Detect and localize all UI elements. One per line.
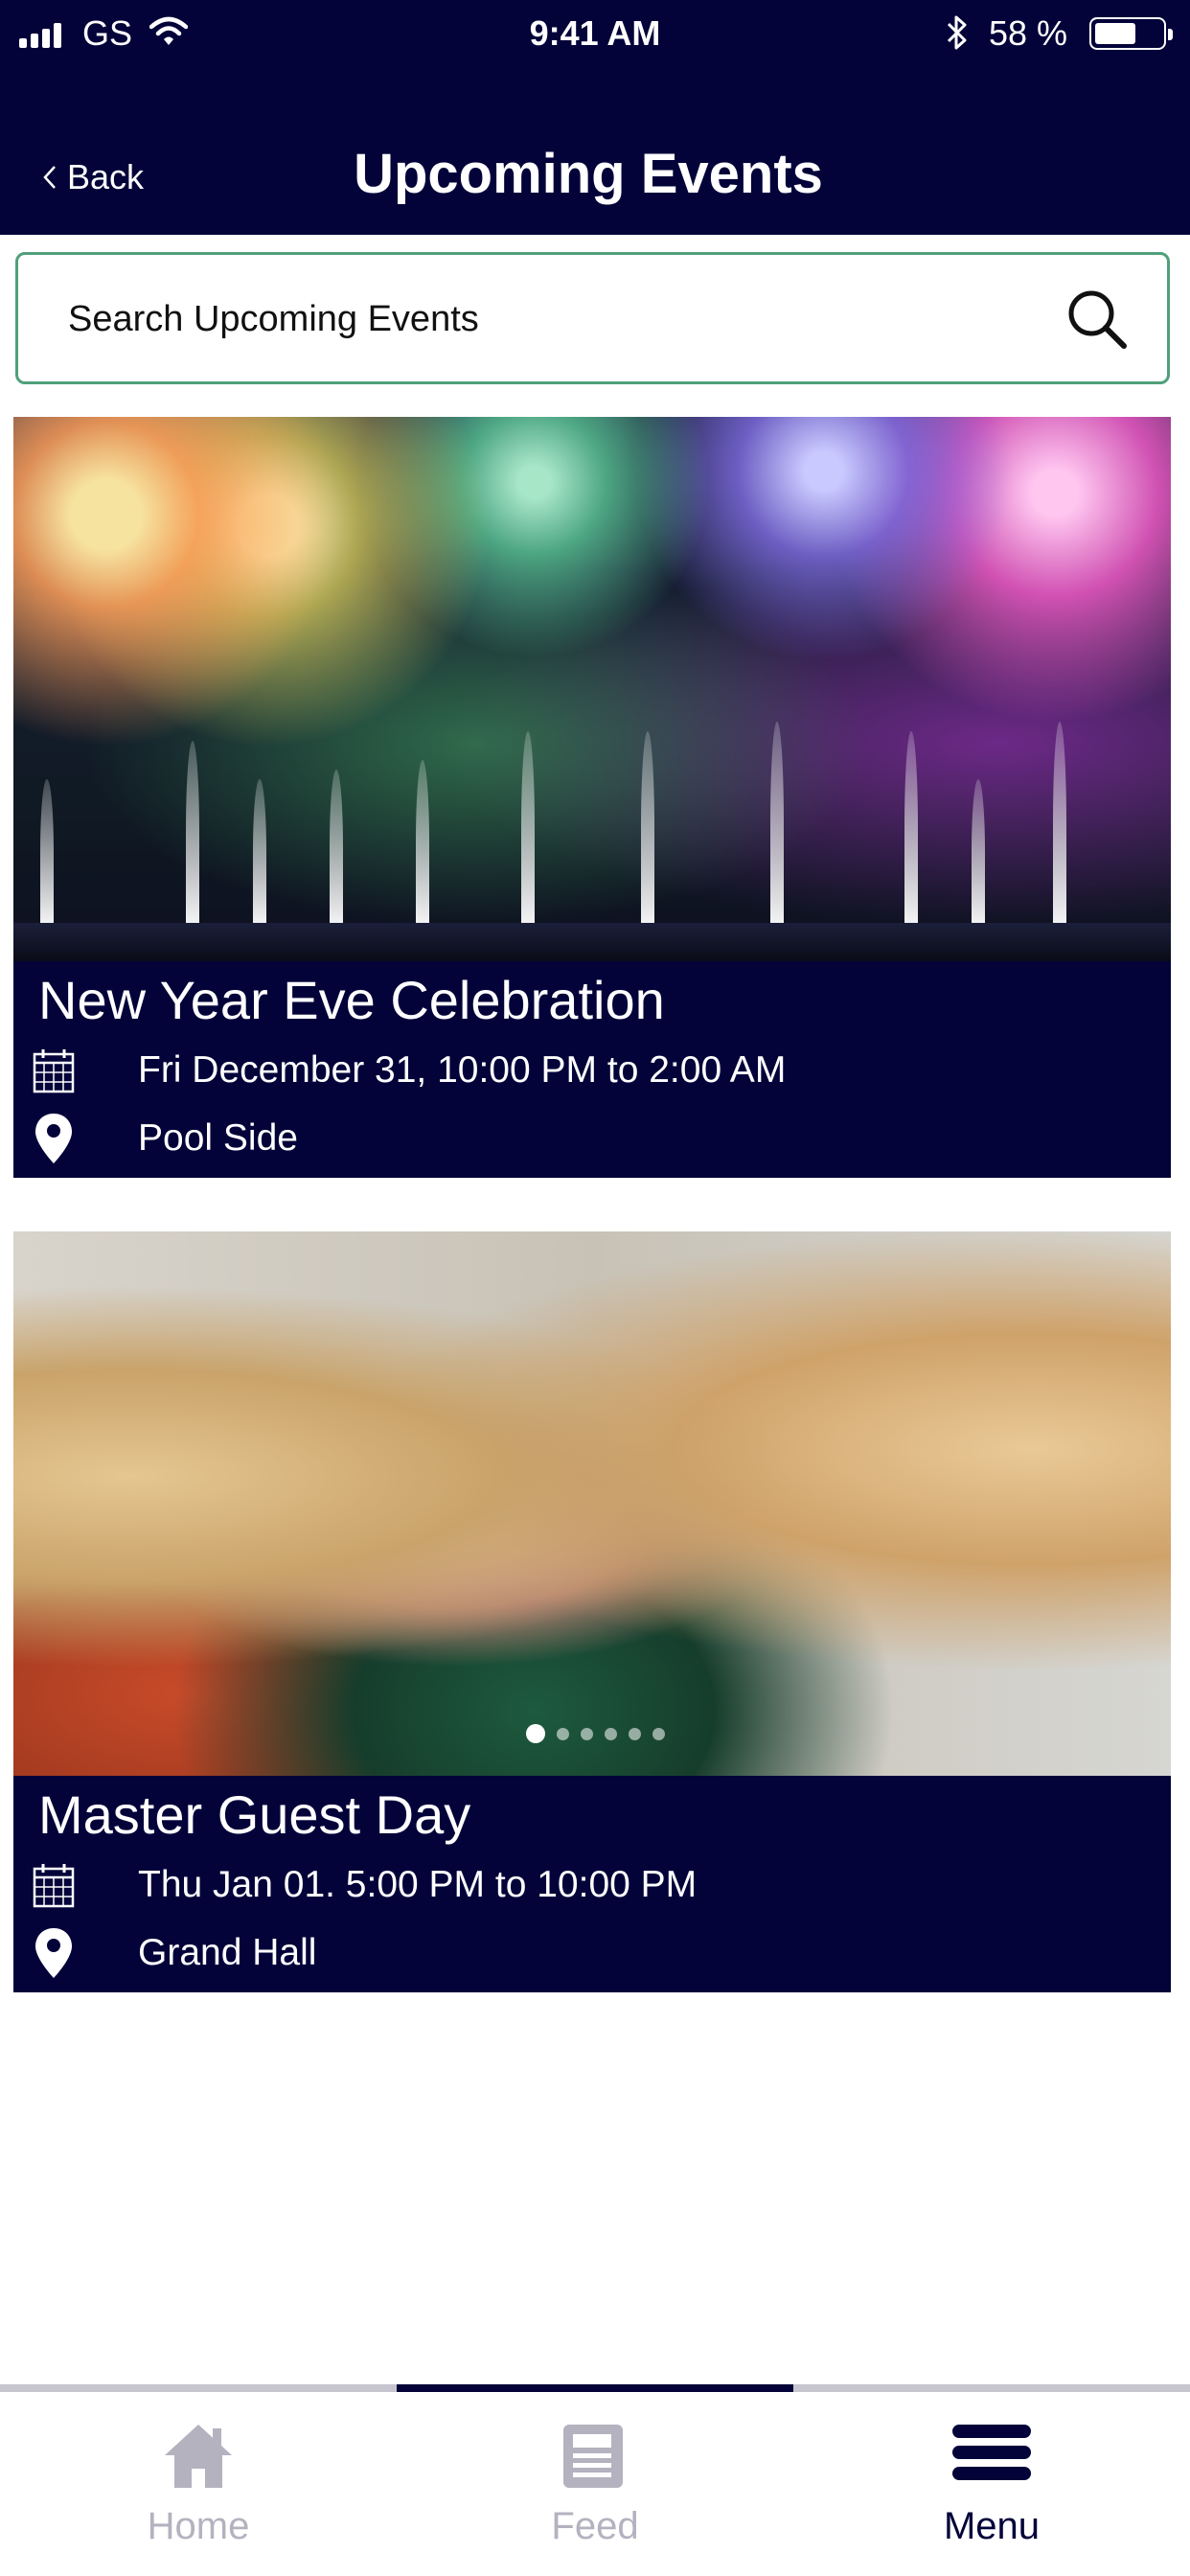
event-card[interactable]: Master Guest Day Thu Jan 01. 5:00 PM to … xyxy=(13,1231,1171,1992)
bluetooth-icon xyxy=(943,13,972,60)
calendar-icon xyxy=(33,1049,75,1093)
status-bar: GS 9:41 AM 58 % xyxy=(0,0,1190,67)
search-field[interactable]: Search Upcoming Events xyxy=(15,252,1170,384)
calendar-icon xyxy=(33,1864,75,1908)
tab-feed-label: Feed xyxy=(551,2505,639,2547)
event-location: Pool Side xyxy=(138,1117,298,1159)
tab-home[interactable]: Home xyxy=(0,2392,397,2576)
tab-home-label: Home xyxy=(147,2505,250,2547)
tab-bar: Home Feed Menu xyxy=(0,2384,1190,2576)
search-placeholder: Search Upcoming Events xyxy=(68,299,479,339)
page-title: Upcoming Events xyxy=(354,143,823,205)
location-pin-icon xyxy=(35,1114,72,1163)
event-card[interactable]: New Year Eve Celebration Fri December 31… xyxy=(13,417,1171,1178)
header: GS 9:41 AM 58 % Back Upcoming Events xyxy=(0,0,1190,235)
tab-menu[interactable]: Menu xyxy=(793,2392,1190,2576)
event-date: Thu Jan 01. 5:00 PM to 10:00 PM xyxy=(138,1864,698,1905)
battery-icon xyxy=(1089,17,1173,50)
event-location: Grand Hall xyxy=(138,1932,317,1973)
event-date: Fri December 31, 10:00 PM to 2:00 AM xyxy=(138,1049,787,1091)
tab-feed[interactable]: Feed xyxy=(397,2392,793,2576)
home-icon xyxy=(165,2425,232,2488)
carousel-dots[interactable] xyxy=(526,1724,665,1743)
search-icon[interactable] xyxy=(1066,288,1130,356)
menu-icon xyxy=(952,2425,1031,2480)
event-image-fireworks xyxy=(13,417,1171,961)
event-date-row: Fri December 31, 10:00 PM to 2:00 AM xyxy=(33,1042,786,1099)
event-title: Master Guest Day xyxy=(38,1784,471,1845)
tab-menu-label: Menu xyxy=(943,2505,1041,2547)
event-location-row: Pool Side xyxy=(33,1110,298,1167)
event-image-guests xyxy=(13,1231,1171,1776)
event-title: New Year Eve Celebration xyxy=(38,970,665,1030)
tab-indicator xyxy=(397,2384,793,2392)
location-pin-icon xyxy=(35,1928,72,1978)
event-date-row: Thu Jan 01. 5:00 PM to 10:00 PM xyxy=(33,1856,697,1914)
event-location-row: Grand Hall xyxy=(33,1924,316,1982)
battery-percent: 58 % xyxy=(989,13,1068,53)
feed-icon xyxy=(563,2425,623,2488)
